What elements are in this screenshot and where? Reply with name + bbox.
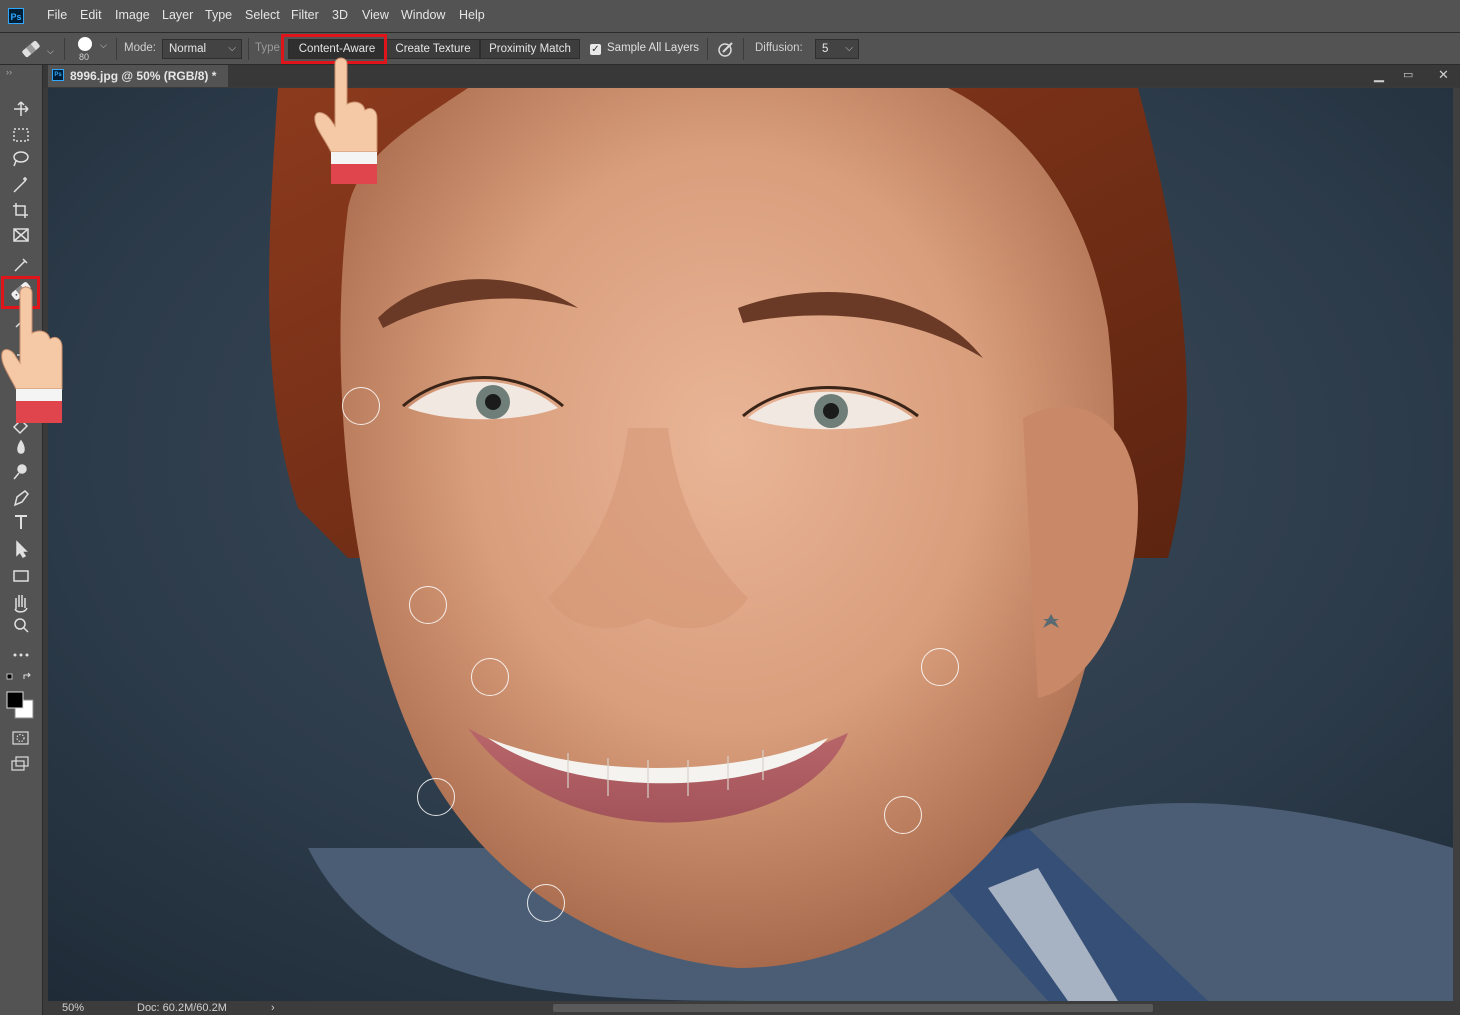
menu-type[interactable]: Type <box>205 8 232 22</box>
document-tab-bar: Ps 8996.jpg @ 50% (RGB/8) * ▁ ▭ ✕ <box>43 65 1460 87</box>
pressure-size-icon[interactable] <box>716 40 736 58</box>
screen-mode-icon[interactable] <box>11 756 29 771</box>
chevron-down-icon: ⌵ <box>845 43 853 54</box>
diffusion-value: 5 <box>822 43 829 55</box>
zoom-level[interactable]: 50% <box>62 1001 84 1015</box>
maximize-icon[interactable]: ▭ <box>1403 65 1413 85</box>
frame-icon[interactable] <box>13 228 29 242</box>
diffusion-dropdown[interactable]: 5 ⌵ <box>815 39 859 59</box>
blemish-spot-marker <box>884 796 922 834</box>
mode-value: Normal <box>169 43 207 55</box>
type-label: Type <box>255 42 280 54</box>
photoshop-file-icon: Ps <box>52 69 64 81</box>
brush-tip-preview-icon <box>78 37 92 51</box>
sample-all-layers-checkbox[interactable]: ✓ <box>590 44 601 55</box>
quick-mask-icon[interactable] <box>12 731 29 745</box>
create-texture-button[interactable]: Create Texture <box>386 39 480 59</box>
menu-layer[interactable]: Layer <box>162 8 193 22</box>
options-bar: ⌵ 80 ⌵ Mode: Normal ⌵ Type Content-Aware… <box>0 33 1460 65</box>
menu-view[interactable]: View <box>362 8 389 22</box>
tool-icons <box>6 101 34 771</box>
eyedropper-icon[interactable] <box>14 258 28 272</box>
blemish-spot-marker <box>921 648 959 686</box>
menu-filter[interactable]: Filter <box>291 8 319 22</box>
close-icon[interactable]: ✕ <box>1438 65 1449 85</box>
menu-3d[interactable]: 3D <box>332 8 348 22</box>
pointing-hand-icon <box>1 286 63 423</box>
chevron-down-icon: ⌵ <box>100 40 107 50</box>
foreground-color-swatch[interactable] <box>6 691 24 709</box>
dodge-icon[interactable] <box>13 464 27 480</box>
magic-wand-icon[interactable] <box>13 177 27 193</box>
move-icon[interactable] <box>14 101 29 116</box>
blemish-spot-marker <box>527 884 565 922</box>
mode-dropdown[interactable]: Normal ⌵ <box>162 39 242 59</box>
svg-text:⌵: ⌵ <box>47 47 54 57</box>
more-tools-icon[interactable] <box>13 653 29 657</box>
separator <box>743 38 744 60</box>
portrait-photo <box>48 88 1453 1001</box>
separator <box>707 38 708 60</box>
crop-icon[interactable] <box>13 203 28 218</box>
pen-icon[interactable] <box>13 490 29 507</box>
document-title: 8996.jpg @ 50% (RGB/8) * <box>70 69 217 83</box>
marquee-icon[interactable] <box>13 128 29 142</box>
brush-size-picker[interactable]: 80 ⌵ <box>72 35 112 63</box>
type-icon[interactable] <box>15 515 27 529</box>
chevron-down-icon: ⌵ <box>228 43 236 54</box>
hand-icon[interactable] <box>14 595 28 613</box>
blur-icon[interactable] <box>17 439 25 454</box>
default-colors-icon[interactable] <box>6 673 13 680</box>
vertical-scrollbar[interactable] <box>1453 88 1460 1001</box>
spot-healing-brush-icon: ⌵ <box>22 40 54 58</box>
menu-bar: Ps File Edit Image Layer Type Select Fil… <box>0 0 1460 33</box>
menu-help[interactable]: Help <box>459 8 485 22</box>
path-selection-icon[interactable] <box>16 540 28 558</box>
status-bar: 50% Doc: 60.2M/60.2M › <box>43 1001 1460 1015</box>
menu-window[interactable]: Window <box>401 8 445 22</box>
brush-size-value: 80 <box>79 52 90 62</box>
pointing-hand-icon <box>314 57 378 184</box>
separator <box>64 38 65 60</box>
minimize-icon[interactable]: ▁ <box>1374 65 1384 85</box>
blemish-spot-marker <box>409 586 447 624</box>
sample-all-layers-label: Sample All Layers <box>607 42 700 54</box>
menu-edit[interactable]: Edit <box>80 8 102 22</box>
menu-file[interactable]: File <box>47 8 67 22</box>
blemish-spot-marker <box>471 658 509 696</box>
proximity-match-button[interactable]: Proximity Match <box>480 39 580 59</box>
swap-colors-icon[interactable] <box>23 672 31 679</box>
separator <box>116 38 117 60</box>
separator <box>248 38 249 60</box>
rectangle-icon[interactable] <box>13 570 29 582</box>
document-canvas[interactable] <box>48 88 1453 1001</box>
blemish-spot-marker <box>342 387 380 425</box>
menu-select[interactable]: Select <box>245 8 280 22</box>
document-size: Doc: 60.2M/60.2M <box>137 1002 227 1014</box>
horizontal-scrollbar[interactable] <box>553 1004 1153 1012</box>
diffusion-label: Diffusion: <box>755 42 803 54</box>
lasso-icon[interactable] <box>13 151 29 167</box>
document-tab[interactable]: Ps 8996.jpg @ 50% (RGB/8) * <box>48 65 229 87</box>
collapse-toolbar-icon[interactable]: ›› <box>6 67 12 77</box>
blemish-spot-marker <box>417 778 455 816</box>
menu-image[interactable]: Image <box>115 8 150 22</box>
photoshop-logo-icon: Ps <box>8 8 24 24</box>
zoom-icon[interactable] <box>14 618 29 633</box>
mode-label: Mode: <box>124 42 156 54</box>
tool-preset-picker[interactable]: ⌵ <box>18 39 58 59</box>
status-menu-arrow-icon[interactable]: › <box>271 1001 275 1015</box>
tools-panel: ›› <box>0 65 43 1015</box>
